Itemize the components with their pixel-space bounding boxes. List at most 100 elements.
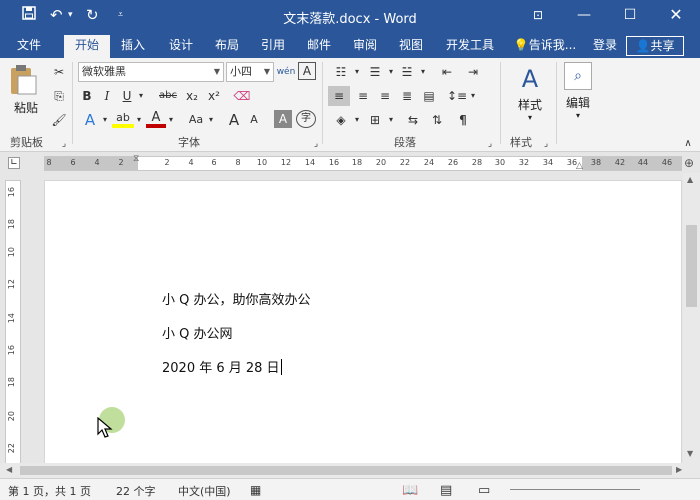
clear-formatting-icon[interactable]: ⌫ [232, 86, 252, 106]
format-painter-icon[interactable]: 🖌 [50, 110, 68, 130]
font-name-select[interactable]: 微软雅黑 ▼ [78, 62, 224, 82]
increase-indent-icon[interactable]: ⇥ [462, 62, 484, 82]
word-count[interactable]: 22 个字 [116, 483, 156, 499]
copy-icon[interactable]: ⎘ [50, 86, 68, 106]
document-line[interactable]: 小 Q 办公，助你高效办公 [162, 289, 311, 308]
styles-launcher-icon[interactable]: ⌟ [540, 134, 552, 154]
tab-references[interactable]: 引用 [252, 32, 294, 58]
chevron-down-icon[interactable]: ▾ [166, 110, 176, 130]
scroll-down-icon[interactable]: ▼ [687, 449, 693, 458]
strikethrough-button[interactable]: abc [156, 86, 180, 106]
styles-button[interactable]: A 样式 ▾ [508, 62, 552, 128]
character-border-icon[interactable]: A [298, 62, 316, 80]
ribbon-display-options-icon[interactable]: ⊡ [515, 0, 561, 30]
shrink-font-button[interactable]: A [244, 110, 264, 130]
chevron-down-icon[interactable]: ▾ [386, 62, 396, 82]
horizontal-scrollbar[interactable]: ◀ ▶ [0, 463, 700, 478]
enclose-characters-icon[interactable]: 字 [296, 110, 316, 128]
aa-case-icon[interactable]: Aa [186, 110, 206, 130]
decrease-indent-icon[interactable]: ⇤ [436, 62, 458, 82]
scroll-up-icon[interactable]: ▲ [687, 175, 693, 184]
bold-button[interactable]: B [78, 86, 96, 106]
language-indicator[interactable]: 中文(中国) [178, 483, 231, 499]
multilevel-list-icon[interactable]: ☱ [396, 62, 418, 82]
chevron-down-icon[interactable]: ▾ [136, 86, 146, 106]
chevron-down-icon[interactable]: ▾ [468, 86, 478, 106]
underline-button[interactable]: U [118, 86, 136, 106]
scroll-thumb[interactable] [686, 225, 697, 307]
ruler-tick: 28 [471, 158, 483, 167]
close-icon[interactable]: ✕ [653, 0, 699, 30]
indent-marker[interactable]: ⧖ [133, 154, 139, 164]
phonetic-guide-icon[interactable]: wén [276, 62, 296, 82]
grow-font-button[interactable]: A [224, 110, 244, 130]
paste-button[interactable]: 粘贴 [8, 64, 44, 120]
font-launcher-icon[interactable]: ⌟ [310, 134, 322, 154]
font-color-icon[interactable]: A [146, 108, 166, 128]
subscript-button[interactable]: x₂ [182, 86, 202, 106]
chevron-down-icon[interactable]: ▾ [100, 110, 110, 130]
shading-icon[interactable]: ◈ [330, 110, 352, 130]
read-mode-icon[interactable]: 📖 [402, 483, 418, 498]
chevron-down-icon[interactable]: ▾ [206, 110, 216, 130]
tab-layout[interactable]: 布局 [206, 32, 248, 58]
sort-icon[interactable]: ⇅ [426, 110, 448, 130]
scroll-left-icon[interactable]: ◀ [6, 465, 12, 474]
print-layout-icon[interactable]: ▤ [440, 483, 452, 498]
line-spacing-icon[interactable]: ↕≡ [446, 86, 468, 106]
document-line[interactable]: 2020 年 6 月 28 日 [162, 357, 282, 376]
paragraph-launcher-icon[interactable]: ⌟ [484, 134, 496, 154]
align-left-icon[interactable]: ≡ [328, 86, 350, 106]
tab-design[interactable]: 设计 [160, 32, 202, 58]
minimize-icon[interactable]: — [561, 0, 607, 30]
tab-insert[interactable]: 插入 [112, 32, 154, 58]
tab-file[interactable]: 文件 [6, 32, 52, 58]
superscript-button[interactable]: x² [204, 86, 224, 106]
clipboard-launcher-icon[interactable]: ⌟ [58, 134, 70, 154]
vertical-scrollbar[interactable]: ▲ ▼ [683, 173, 700, 463]
share-button[interactable]: 👤共享 [626, 36, 684, 56]
tab-home[interactable]: 开始 [64, 35, 110, 58]
web-layout-icon[interactable]: ▭ [478, 483, 490, 498]
right-indent-marker[interactable]: △ [576, 161, 583, 171]
sign-in-link[interactable]: 登录 [588, 32, 622, 58]
document-line[interactable]: 小 Q 办公网 [162, 323, 233, 342]
document-page[interactable]: 小 Q 办公，助你高效办公 小 Q 办公网 2020 年 6 月 28 日 [44, 180, 682, 463]
tab-mailings[interactable]: 邮件 [298, 32, 340, 58]
maximize-icon[interactable]: ☐ [607, 0, 653, 30]
zoom-slider[interactable] [510, 489, 640, 490]
align-right-icon[interactable]: ≡ [374, 86, 396, 106]
justify-icon[interactable]: ≣ [396, 86, 418, 106]
cut-icon[interactable]: ✂ [50, 62, 68, 82]
tell-me-box[interactable]: 💡告诉我... [512, 32, 578, 58]
tab-view[interactable]: 视图 [390, 32, 432, 58]
borders-icon[interactable]: ⊞ [364, 110, 386, 130]
tab-developer[interactable]: 开发工具 [438, 32, 502, 58]
tab-selector[interactable]: ∟ [8, 157, 20, 169]
scroll-thumb[interactable] [20, 466, 672, 475]
chinese-layout-icon[interactable]: ⇆ [402, 110, 424, 130]
scroll-right-icon[interactable]: ▶ [676, 465, 682, 474]
chevron-down-icon[interactable]: ▾ [352, 110, 362, 130]
collapse-ribbon-icon[interactable]: ∧ [682, 134, 694, 154]
horizontal-ruler[interactable]: 8 6 4 2 2 4 6 8 10 12 14 16 18 20 22 24 … [44, 154, 682, 171]
character-shading-icon[interactable]: A [274, 110, 292, 128]
font-size-select[interactable]: 小四 ▼ [226, 62, 274, 82]
chevron-down-icon[interactable]: ▾ [352, 62, 362, 82]
highlight-color-icon[interactable]: ab [112, 108, 134, 128]
distributed-icon[interactable]: ▤ [418, 86, 440, 106]
align-center-icon[interactable]: ≡ [352, 86, 374, 106]
show-marks-icon[interactable]: ¶ [452, 110, 474, 130]
tab-review[interactable]: 审阅 [344, 32, 386, 58]
bullets-icon[interactable]: ☷ [330, 62, 352, 82]
chevron-down-icon[interactable]: ▾ [386, 110, 396, 130]
italic-button[interactable]: I [98, 86, 116, 106]
chevron-down-icon[interactable]: ▾ [418, 62, 428, 82]
page-count[interactable]: 第 1 页，共 1 页 [8, 483, 91, 499]
text-effects-icon[interactable]: A [80, 110, 100, 130]
chevron-down-icon[interactable]: ▾ [134, 110, 144, 130]
view-ruler-icon[interactable]: ⊕ [684, 156, 694, 170]
numbering-icon[interactable]: ☰ [364, 62, 386, 82]
proofing-icon[interactable]: ▦ [250, 483, 261, 497]
editing-button[interactable]: ⌕ 编辑 ▾ [560, 60, 596, 128]
